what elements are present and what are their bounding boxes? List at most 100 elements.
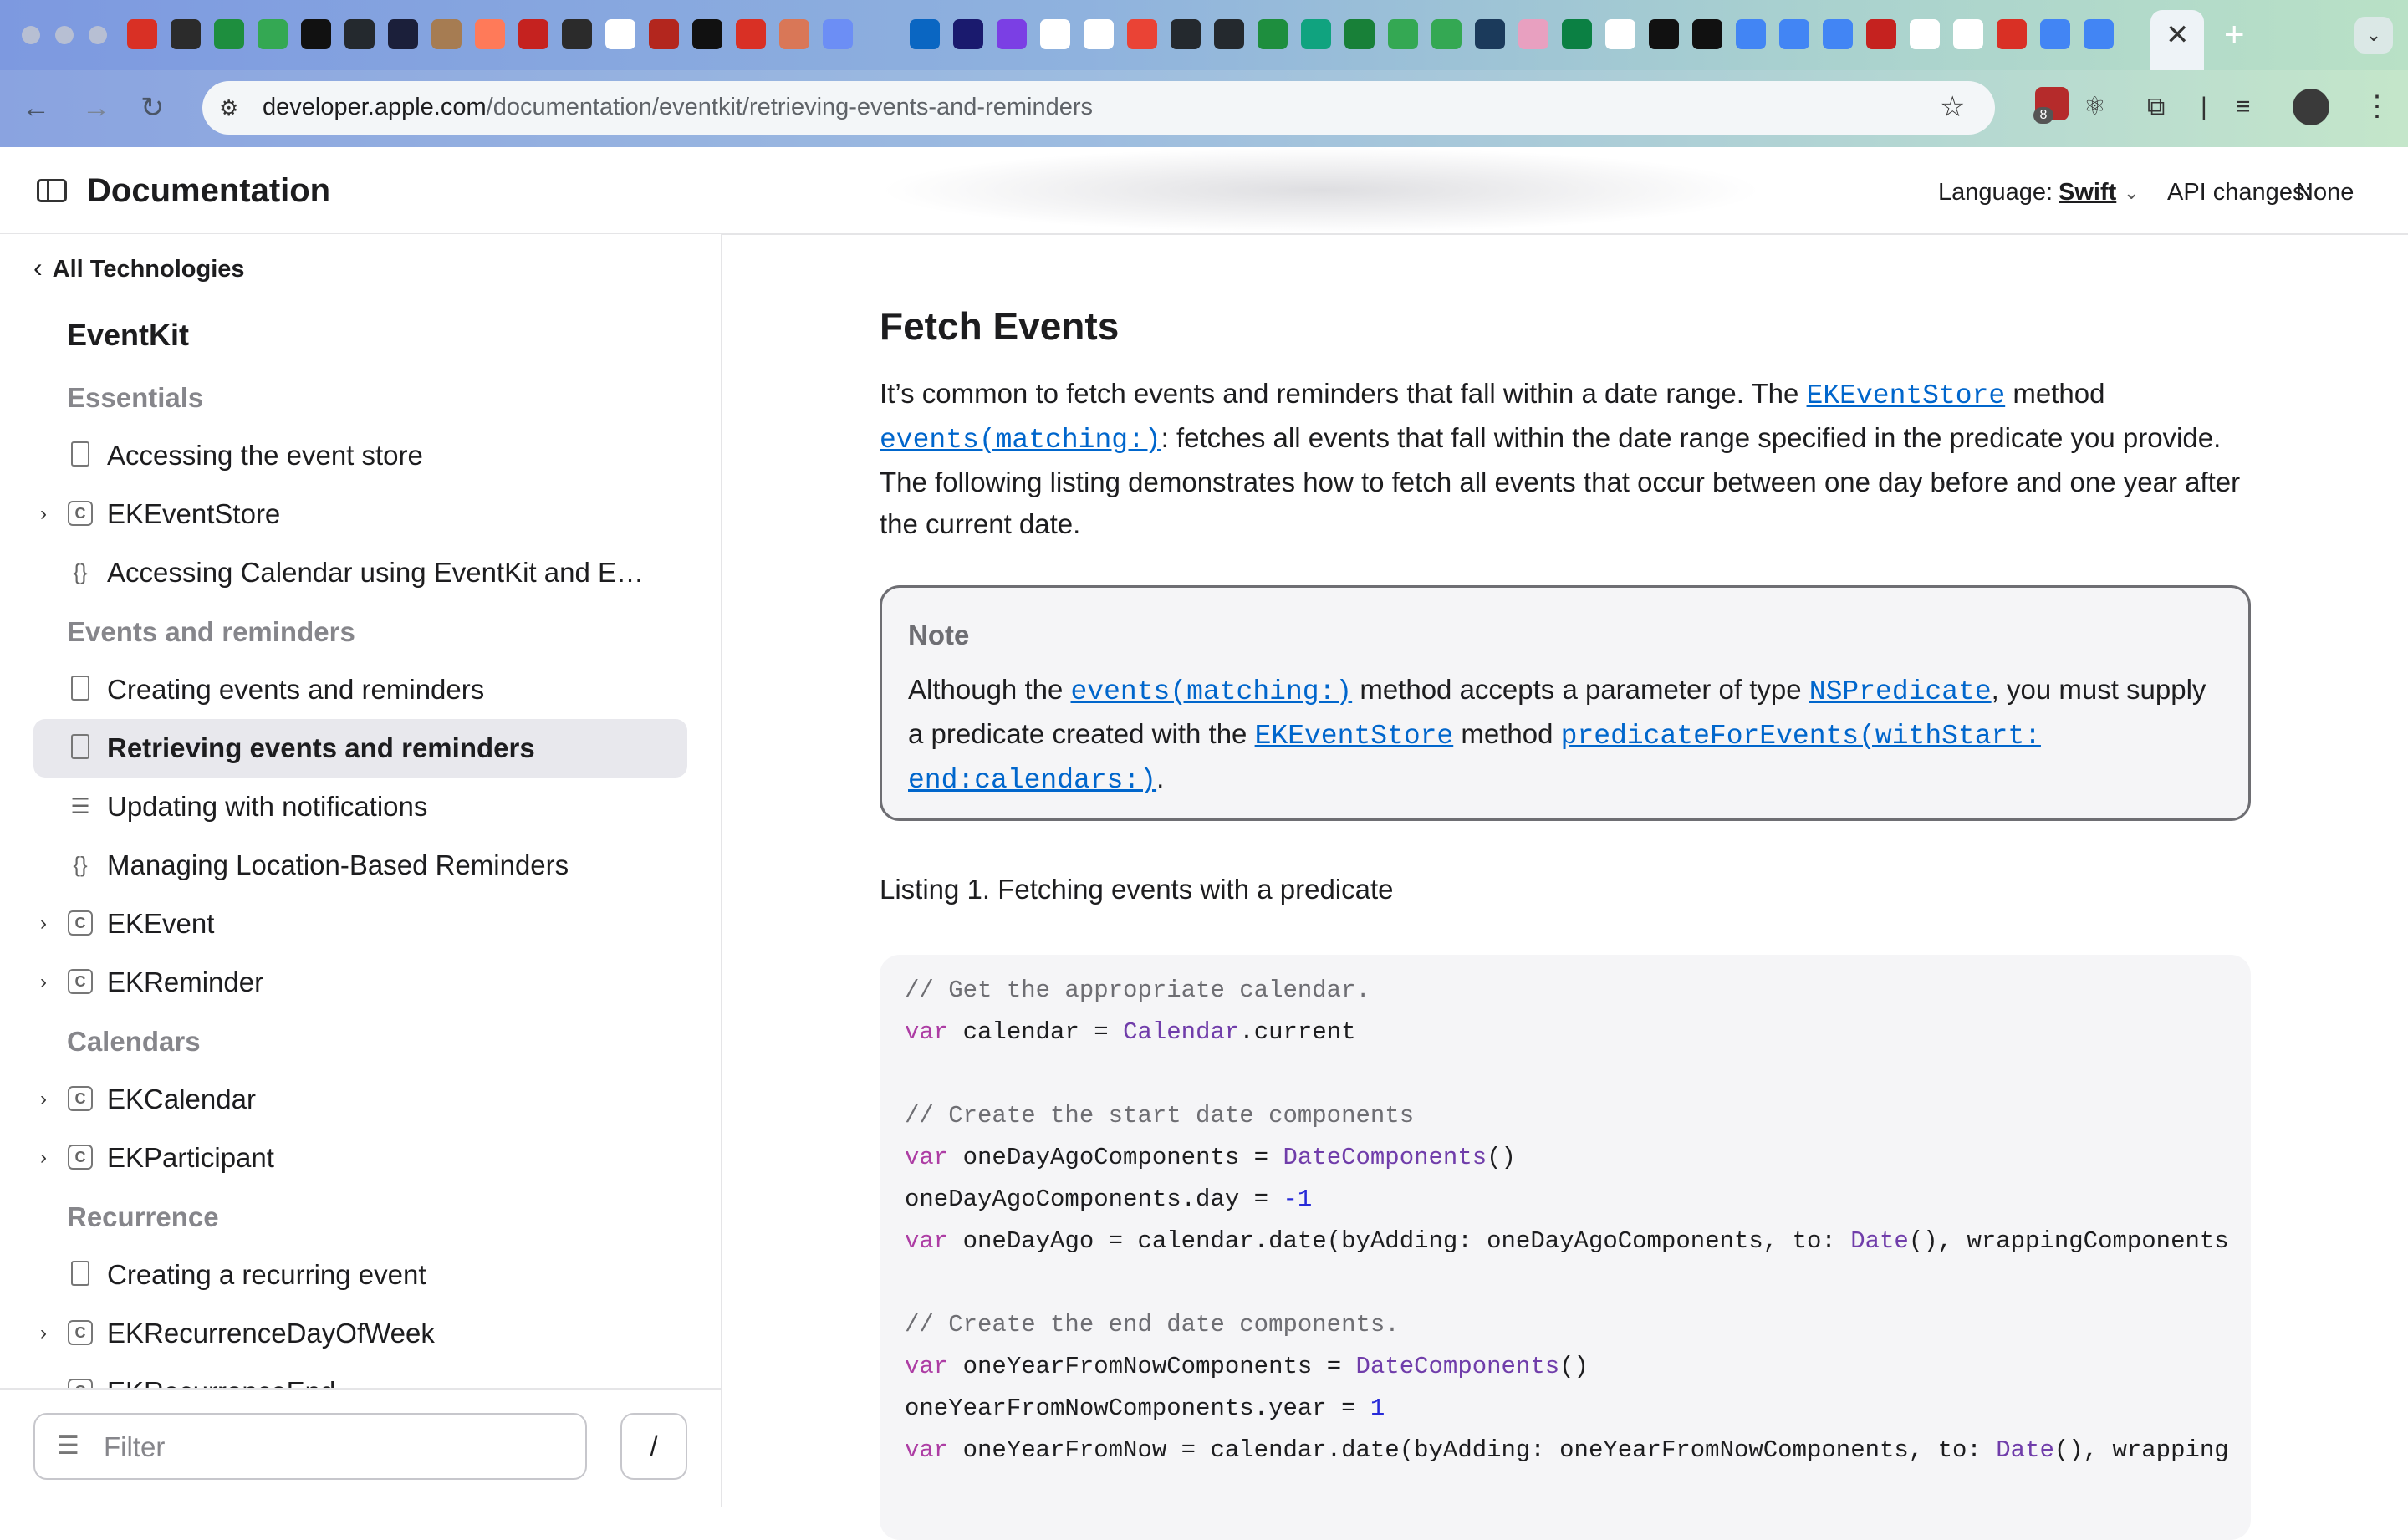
sidebar-toggle-icon[interactable] xyxy=(37,179,67,202)
close-tab-icon[interactable]: ✕ xyxy=(2166,18,2190,52)
reading-list-icon[interactable]: ≡ xyxy=(2236,90,2251,124)
tab-favicon[interactable] xyxy=(692,19,722,49)
tab-favicon[interactable] xyxy=(258,19,288,49)
tab-favicon[interactable] xyxy=(562,19,592,49)
sidebar-item-creating-events[interactable]: Creating events and reminders xyxy=(33,660,687,719)
chevron-right-icon[interactable]: › xyxy=(40,1321,47,1346)
nspredicate-link[interactable]: NSPredicate xyxy=(1809,676,1992,707)
tab-favicon[interactable] xyxy=(431,19,462,49)
tab-favicon[interactable] xyxy=(344,19,375,49)
tab-favicon[interactable] xyxy=(1605,19,1635,49)
sidebar-item-ekcalendar[interactable]: › C EKCalendar xyxy=(33,1070,687,1129)
sidebar-item-ekreminder[interactable]: › C EKReminder xyxy=(33,953,687,1012)
sidebar-item-accessing-event-store[interactable]: Accessing the event store xyxy=(33,426,687,485)
tab-favicon[interactable] xyxy=(1518,19,1548,49)
chevron-right-icon[interactable]: › xyxy=(40,911,47,936)
bookmark-star-icon[interactable]: ☆ xyxy=(1940,89,1965,125)
tab-favicon[interactable] xyxy=(1953,19,1983,49)
tab-favicon[interactable] xyxy=(1866,19,1896,49)
tab-favicon[interactable] xyxy=(953,19,983,49)
tab-favicon[interactable] xyxy=(1171,19,1201,49)
tab-favicon[interactable] xyxy=(910,19,940,49)
chevron-right-icon[interactable]: › xyxy=(40,502,47,527)
tab-favicon[interactable] xyxy=(736,19,766,49)
tab-favicon[interactable] xyxy=(823,19,853,49)
sidebar-item-ekevent[interactable]: › C EKEvent xyxy=(33,895,687,953)
sidebar-item-updating-notifications[interactable]: ☰ Updating with notifications xyxy=(33,778,687,836)
predicate-for-events-link[interactable]: predicateForEvents(withStart: xyxy=(1561,721,2041,752)
tab-favicon[interactable] xyxy=(2084,19,2114,49)
back-arrow-icon[interactable]: ← xyxy=(22,89,50,127)
tab-favicon[interactable] xyxy=(2040,19,2070,49)
tab-favicon[interactable] xyxy=(1388,19,1418,49)
tab-favicon[interactable] xyxy=(1040,19,1070,49)
sidebar-item-ekrecurrencedayofweek[interactable]: › C EKRecurrenceDayOfWeek xyxy=(33,1304,687,1363)
tab-favicon[interactable] xyxy=(1649,19,1679,49)
sidebar-item-ekeventstore[interactable]: › C EKEventStore xyxy=(33,485,687,543)
events-matching-link[interactable]: events(matching:) xyxy=(1071,676,1353,707)
new-tab-button[interactable]: + xyxy=(2224,15,2245,54)
sidebar-item-ekparticipant[interactable]: › C EKParticipant xyxy=(33,1129,687,1187)
tab-favicon[interactable] xyxy=(214,19,244,49)
tab-favicon[interactable] xyxy=(518,19,548,49)
tab-favicon[interactable] xyxy=(301,19,331,49)
sidebar-item-retrieving-events[interactable]: Retrieving events and reminders xyxy=(33,719,687,778)
window-minimize-button[interactable] xyxy=(55,26,74,44)
chevron-right-icon[interactable]: › xyxy=(40,970,47,995)
profile-avatar[interactable] xyxy=(2293,89,2329,125)
page-title[interactable]: Documentation xyxy=(87,169,330,212)
sidebar-item-location-reminders[interactable]: {} Managing Location-Based Reminders xyxy=(33,836,687,895)
tab-favicon[interactable] xyxy=(388,19,418,49)
tab-favicon[interactable] xyxy=(1997,19,2027,49)
sidebar-item-recurring-event[interactable]: Creating a recurring event xyxy=(33,1246,687,1304)
tab-favicon[interactable] xyxy=(1214,19,1244,49)
tab-favicon[interactable] xyxy=(475,19,505,49)
tab-favicon[interactable] xyxy=(1084,19,1114,49)
language-selector[interactable]: Swift xyxy=(2059,177,2116,207)
tab-favicon[interactable] xyxy=(1127,19,1157,49)
forward-arrow-icon[interactable]: → xyxy=(82,89,110,127)
tab-favicon[interactable] xyxy=(1823,19,1853,49)
tab-favicon[interactable] xyxy=(866,19,896,49)
react-devtools-icon[interactable]: ⚛ xyxy=(2084,90,2106,124)
tab-favicon[interactable] xyxy=(779,19,809,49)
chevron-right-icon[interactable]: › xyxy=(40,1379,47,1388)
tab-favicon[interactable] xyxy=(997,19,1027,49)
tab-favicon[interactable] xyxy=(1562,19,1592,49)
ekeventstore-link[interactable]: EKEventStore xyxy=(1255,721,1454,752)
reload-icon[interactable]: ↻ xyxy=(140,89,165,127)
chevron-down-icon[interactable]: ⌄ xyxy=(2124,178,2139,208)
filter-placeholder[interactable]: Filter xyxy=(104,1430,165,1465)
tab-favicon[interactable] xyxy=(1344,19,1375,49)
tab-favicon[interactable] xyxy=(1258,19,1288,49)
chevron-right-icon[interactable]: › xyxy=(40,1087,47,1112)
tab-favicon[interactable] xyxy=(1301,19,1331,49)
tab-favicon[interactable] xyxy=(1431,19,1462,49)
tab-favicon[interactable] xyxy=(1910,19,1940,49)
tab-search-chevron-icon[interactable]: ⌄ xyxy=(2354,17,2393,54)
tab-favicon[interactable] xyxy=(171,19,201,49)
extensions-puzzle-icon[interactable]: ⧉ xyxy=(2147,90,2165,124)
tab-favicon[interactable] xyxy=(649,19,679,49)
all-technologies-link[interactable]: ‹ All Technologies xyxy=(33,251,245,286)
browser-menu-icon[interactable]: ⋮ xyxy=(2363,87,2391,125)
tab-favicon[interactable] xyxy=(1475,19,1505,49)
filter-shortcut-button[interactable]: / xyxy=(620,1413,687,1480)
url-text[interactable]: developer.apple.com/documentation/eventk… xyxy=(263,90,1093,124)
events-matching-link[interactable]: events(matching:) xyxy=(880,425,1161,456)
site-settings-icon[interactable]: ⚙ xyxy=(219,91,246,125)
tab-favicon[interactable] xyxy=(1779,19,1809,49)
window-zoom-button[interactable] xyxy=(89,26,107,44)
window-close-button[interactable] xyxy=(22,26,40,44)
ekeventstore-link[interactable]: EKEventStore xyxy=(1807,380,2006,411)
api-changes-selector[interactable]: None xyxy=(2296,177,2354,207)
sidebar-item-accessing-calendar-sample[interactable]: {} Accessing Calendar using EventKit and… xyxy=(33,543,687,602)
sidebar-item-ekrecurrenceend[interactable]: › C EKRecurrenceEnd xyxy=(33,1363,687,1388)
tab-favicon[interactable] xyxy=(1736,19,1766,49)
predicate-for-events-link-cont[interactable]: end:calendars:) xyxy=(908,765,1156,796)
technology-title[interactable]: EventKit xyxy=(67,316,189,354)
tab-favicon[interactable] xyxy=(127,19,157,49)
chevron-right-icon[interactable]: › xyxy=(40,1145,47,1170)
tab-favicon[interactable] xyxy=(1692,19,1722,49)
tab-favicon[interactable] xyxy=(605,19,635,49)
